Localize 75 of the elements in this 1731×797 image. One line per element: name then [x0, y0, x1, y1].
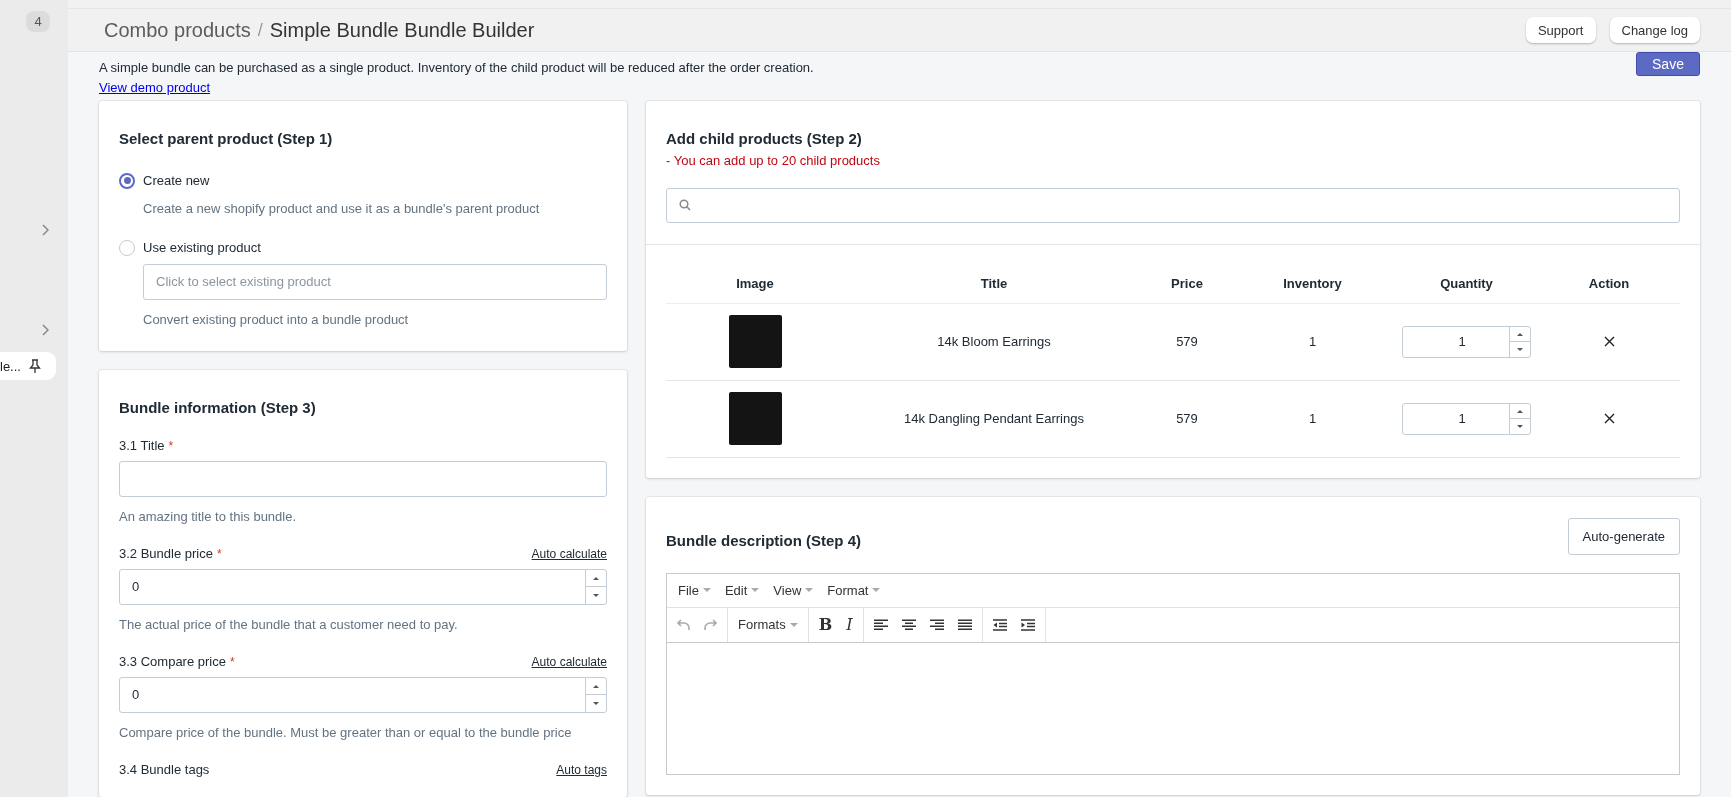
auto-link[interactable]: Auto calculate	[531, 655, 607, 669]
radio-button[interactable]	[119, 173, 135, 189]
intro-text: A simple bundle can be purchased as a single product. Inventory of the child product will be reduced after the order creation.	[99, 60, 814, 76]
remove-icon[interactable]	[1603, 413, 1615, 425]
italic-button[interactable]: I	[846, 615, 853, 635]
column-header: Quantity	[1395, 265, 1538, 304]
remove-icon[interactable]	[1603, 336, 1615, 348]
formats-dropdown[interactable]: Formats	[738, 617, 798, 633]
quantity-field[interactable]: 1	[1402, 326, 1531, 358]
column-header: Image	[666, 265, 844, 304]
chevron-right-icon[interactable]	[41, 324, 49, 336]
help-text: An amazing title to this bundle.	[119, 508, 298, 526]
page-title: Simple Bundle Bundle Builder	[269, 18, 535, 42]
card-title: Bundle description (Step 4)	[666, 532, 861, 549]
field-label: 3.4 Bundle tags	[119, 762, 210, 777]
column-header: Action	[1538, 265, 1680, 304]
justify-icon[interactable]	[957, 619, 972, 631]
help-text: Compare price of the bundle. Must be greater than or equal to the bundle price	[119, 724, 573, 742]
price-cell: 579	[1176, 334, 1198, 350]
search-field[interactable]	[666, 188, 1680, 223]
photo-placeholder	[728, 315, 782, 369]
search-icon	[679, 199, 691, 212]
auto-link[interactable]: Auto tags	[556, 763, 607, 777]
demo-link[interactable]: View demo product	[99, 80, 211, 96]
required-mark: *	[229, 655, 235, 669]
align-left-icon[interactable]	[873, 619, 888, 631]
auto-link[interactable]: Auto calculate	[531, 547, 607, 561]
notification-badge: 4	[26, 11, 50, 32]
product-title: 14k Bloom Earrings	[937, 334, 1051, 350]
product-title: 14k Dangling Pendant Earrings	[904, 411, 1084, 427]
title-field[interactable]	[119, 461, 607, 497]
price-cell: 579	[1176, 411, 1198, 427]
pin-icon[interactable]	[28, 359, 41, 373]
card-title: Add child products (Step 2)	[666, 130, 863, 147]
help-text: The actual price of the bundle that a customer need to pay.	[119, 616, 459, 634]
editor-menu[interactable]: View	[768, 583, 819, 598]
editor-menu[interactable]: Edit	[719, 583, 765, 598]
radio-label[interactable]: Create new	[143, 173, 210, 189]
number-field[interactable]: 0	[119, 569, 607, 605]
column-header: Price	[1144, 265, 1230, 304]
indent-icon[interactable]	[1020, 619, 1035, 631]
editor-menu[interactable]: Format	[822, 583, 886, 598]
align-right-icon[interactable]	[929, 619, 944, 631]
save-button[interactable]: Save	[1636, 52, 1700, 77]
auto-generate-button[interactable]: Auto-generate	[1567, 518, 1680, 555]
outdent-icon[interactable]	[992, 619, 1007, 631]
required-mark: *	[217, 547, 222, 561]
product-select-field[interactable]: Click to select existing product	[143, 264, 607, 300]
header-button[interactable]: Change log	[1609, 17, 1700, 44]
help-text: Create a new shopify product and use it as a bundle's parent product	[143, 200, 541, 218]
radio-label[interactable]: Use existing product	[143, 240, 261, 256]
inventory-cell: 1	[1308, 334, 1317, 350]
field-label: 3.2 Bundle price	[119, 546, 213, 561]
card-title: Bundle information (Step 3)	[119, 399, 317, 416]
sidebar-item[interactable]: le...	[0, 352, 56, 380]
rich-text-editor[interactable]: File Edit View Format Formats B I	[666, 573, 1680, 775]
field-label: 3.3 Compare price	[119, 654, 226, 669]
bold-button[interactable]: B	[818, 615, 833, 635]
column-header: Inventory	[1230, 265, 1395, 304]
field-label: 3.1 Title	[119, 438, 165, 453]
header-button[interactable]: Support	[1525, 17, 1596, 44]
column-header: Title	[844, 265, 1144, 304]
help-text: Convert existing product into a bundle product	[143, 311, 410, 329]
breadcrumb-link[interactable]: Combo products	[104, 18, 251, 42]
required-mark: *	[168, 439, 174, 453]
limit-note: - You can add up to 20 child products	[666, 153, 881, 168]
card-title: Select parent product (Step 1)	[119, 130, 334, 147]
editor-menu[interactable]: File	[673, 583, 716, 598]
photo-placeholder	[728, 392, 782, 446]
inventory-cell: 1	[1308, 411, 1317, 427]
quantity-field[interactable]: 1	[1402, 403, 1531, 435]
chevron-right-icon[interactable]	[41, 224, 49, 236]
breadcrumb-separator: /	[257, 19, 263, 41]
number-field[interactable]: 0	[119, 677, 607, 713]
align-center-icon[interactable]	[901, 619, 916, 631]
